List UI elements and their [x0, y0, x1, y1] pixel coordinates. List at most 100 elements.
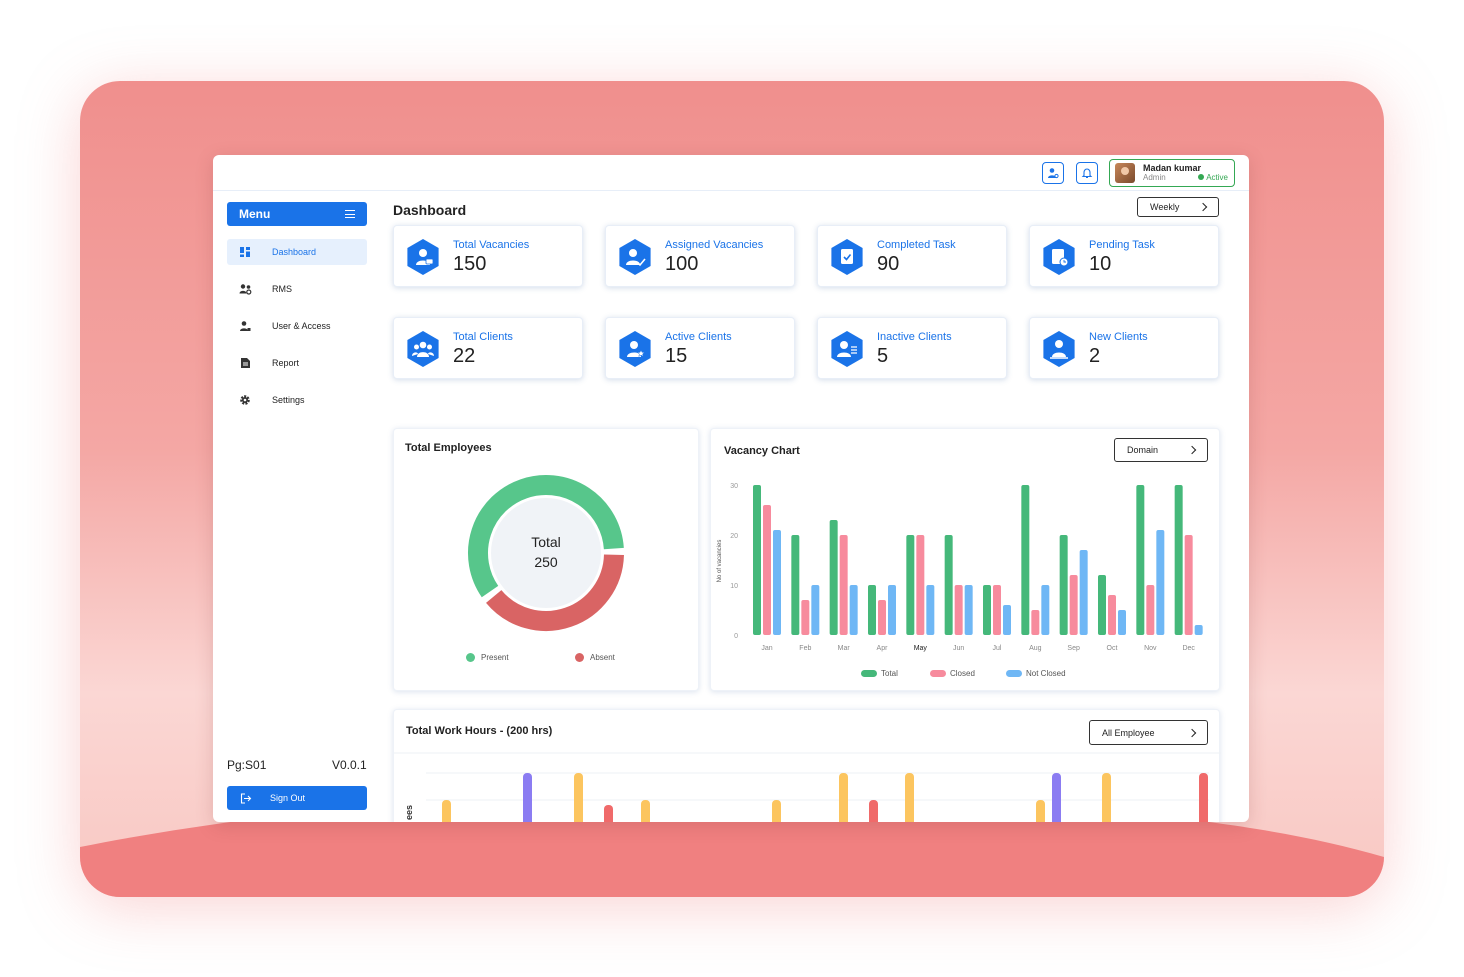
legend-swatch [575, 653, 584, 662]
legend-present: Present [466, 653, 509, 662]
bar-total-may [906, 535, 915, 635]
x-tick-label: Jan [761, 645, 772, 652]
stat-label: Total Vacancies [453, 239, 530, 251]
stat-card-completed-task[interactable]: Completed Task 90 [817, 225, 1007, 287]
stat-label: New Clients [1089, 331, 1148, 343]
stat-value: 2 [1089, 345, 1101, 367]
total-employees-panel: Total Employees Total 250 Present Absent [393, 428, 699, 691]
legend-closed: Closed [930, 669, 975, 678]
user-profile-chip[interactable]: Madan kumar Admin Active [1109, 159, 1235, 187]
x-tick-label: Oct [1107, 645, 1118, 652]
bar-total-jan [753, 485, 761, 635]
employees-donut-chart: Total 250 [468, 475, 624, 631]
bar-total-aug [1021, 485, 1030, 635]
sidebar-item-label: RMS [272, 284, 292, 294]
bar-closed-feb [801, 600, 810, 635]
legend-label: Not Closed [1026, 669, 1066, 678]
users-icon [238, 282, 252, 296]
stat-card-active-clients[interactable]: Active Clients 15 [605, 317, 795, 379]
bar-not-closed-jan [773, 530, 781, 635]
bar-not-closed-sep [1079, 550, 1088, 635]
stat-value: 15 [665, 345, 688, 367]
work-hours-bar [869, 800, 878, 822]
work-hours-panel: Total Work Hours - (200 hrs) All Employe… [393, 709, 1221, 822]
stat-card-inactive-clients[interactable]: Inactive Clients 5 [817, 317, 1007, 379]
bar-closed-nov [1146, 585, 1155, 635]
menu-toggle[interactable]: Menu [227, 202, 367, 226]
sign-out-button[interactable]: Sign Out [227, 786, 367, 810]
menu-label: Menu [239, 207, 271, 221]
bar-not-closed-jun [964, 585, 973, 635]
x-tick-label: Apr [877, 645, 889, 652]
work-hours-bar [523, 773, 532, 822]
bar-not-closed-may [926, 585, 935, 635]
donut-center [491, 498, 601, 608]
stat-label: Assigned Vacancies [665, 239, 764, 251]
stat-label: Completed Task [877, 239, 956, 251]
stat-card-pending-task[interactable]: Pending Task 10 [1029, 225, 1219, 287]
pending-task-icon [1043, 239, 1075, 275]
bell-icon [1081, 168, 1093, 179]
work-hours-bar [1052, 773, 1061, 822]
new-clients-icon [1043, 331, 1075, 367]
user-settings-button[interactable] [1042, 162, 1064, 184]
work-hours-bar [641, 800, 650, 822]
sidebar: Menu Dashboard RMS User & Access Report … [213, 191, 381, 822]
app-window: Madan kumar Admin Active Menu Dashboard … [213, 155, 1249, 822]
period-filter-dropdown[interactable]: Weekly [1137, 197, 1219, 217]
user-gear-icon [1048, 168, 1059, 179]
clients-icon [407, 331, 439, 367]
sidebar-item-report[interactable]: Report [227, 350, 367, 376]
y-tick-label: 20 [730, 533, 738, 540]
bar-not-closed-oct [1118, 610, 1126, 635]
y-axis-label: No of vacancies [717, 540, 723, 583]
sidebar-item-dashboard[interactable]: Dashboard [227, 239, 367, 265]
legend-label: Closed [950, 669, 975, 678]
legend-total: Total [861, 669, 898, 678]
stat-value: 150 [453, 253, 487, 275]
bar-total-feb [791, 535, 800, 635]
active-clients-icon [619, 331, 651, 367]
stat-value: 5 [877, 345, 889, 367]
bar-closed-may [916, 535, 925, 635]
donut-center-label: Total [531, 534, 561, 550]
user-access-icon [238, 319, 252, 333]
bar-closed-jun [954, 585, 963, 635]
stat-card-new-clients[interactable]: New Clients 2 [1029, 317, 1219, 379]
period-filter-label: Weekly [1150, 202, 1180, 212]
stat-value: 90 [877, 253, 900, 275]
sidebar-item-settings[interactable]: Settings [227, 387, 367, 413]
bar-total-dec [1174, 485, 1183, 635]
x-tick-label: Feb [799, 645, 811, 652]
bar-total-nov [1136, 485, 1145, 635]
notifications-button[interactable] [1076, 162, 1098, 184]
work-hours-bar-chart: ees [394, 752, 1221, 822]
avatar [1115, 163, 1135, 183]
sidebar-item-label: User & Access [272, 321, 331, 331]
assigned-icon [619, 239, 651, 275]
status-dot-icon [1198, 174, 1205, 180]
sidebar-item-label: Dashboard [272, 247, 317, 257]
report-icon [238, 356, 252, 370]
x-tick-label: Jul [993, 645, 1002, 652]
sidebar-item-rms[interactable]: RMS [227, 276, 367, 302]
bar-closed-oct [1108, 595, 1116, 635]
x-tick-label: Jun [953, 645, 964, 652]
x-tick-label: Aug [1029, 645, 1042, 652]
bar-total-oct [1098, 575, 1106, 635]
hours-y-label: ees [404, 805, 414, 820]
stat-card-total-vacancies[interactable]: Total Vacancies 150 [393, 225, 583, 287]
chevron-right-icon [1198, 202, 1208, 212]
work-hours-bar [1036, 800, 1045, 822]
bar-not-closed-feb [811, 585, 820, 635]
stat-card-total-clients[interactable]: Total Clients 22 [393, 317, 583, 379]
sidebar-item-user-access[interactable]: User & Access [227, 313, 367, 339]
legend-label: Present [481, 653, 509, 662]
work-hours-bar [839, 773, 848, 822]
vacancy-chart-panel: Vacancy Chart Domain 0 10 20 30 No of vacanc… [710, 428, 1220, 691]
stat-card-assigned-vacancies[interactable]: Assigned Vacancies 100 [605, 225, 795, 287]
status-label: Active [1206, 173, 1228, 182]
work-hours-bar [574, 773, 583, 822]
sidebar-item-label: Report [272, 358, 300, 368]
work-hours-bar [604, 805, 613, 822]
